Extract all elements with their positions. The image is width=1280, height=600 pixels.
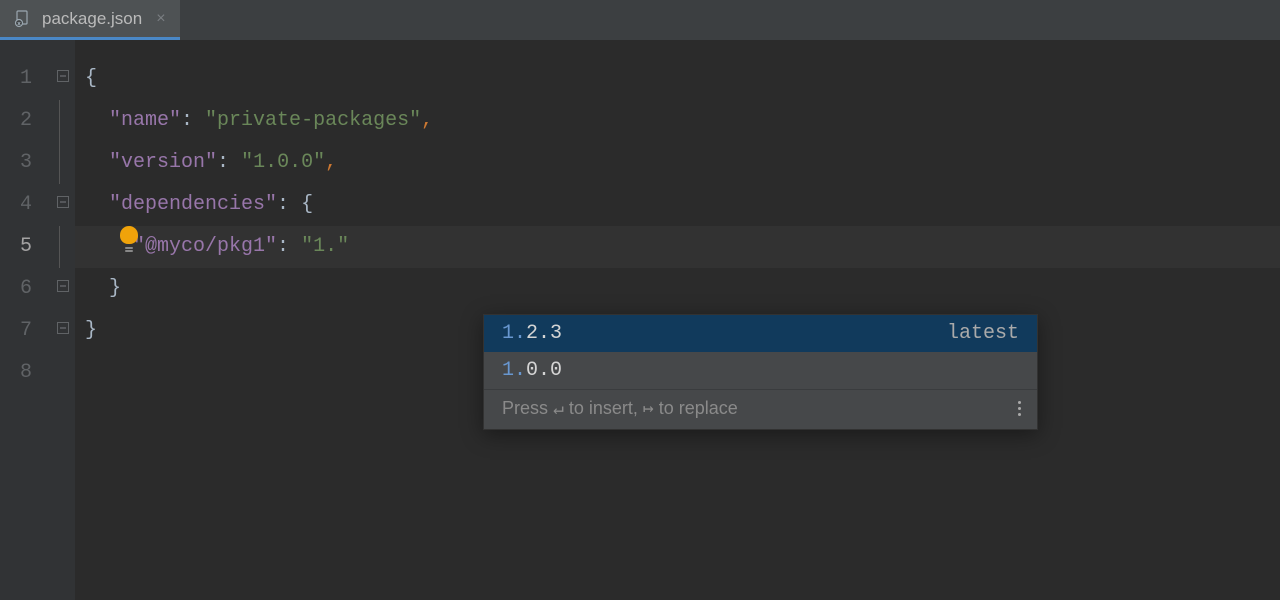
line-number: 5 xyxy=(0,226,50,268)
more-options-icon[interactable] xyxy=(1018,401,1021,416)
completion-hint: Press ↵ to insert, ↦ to replace xyxy=(502,398,738,419)
fold-spacer xyxy=(50,226,75,268)
code-line: { xyxy=(75,58,1280,100)
file-icon xyxy=(14,10,32,28)
line-number: 2 xyxy=(0,100,50,142)
completion-item[interactable]: 1.2.3 latest xyxy=(484,315,1037,352)
code-line: "dependencies": { xyxy=(75,184,1280,226)
line-number: 6 xyxy=(0,268,50,310)
completion-text: 1.0.0 xyxy=(502,359,562,382)
line-number: 1 xyxy=(0,58,50,100)
tab-label: package.json xyxy=(42,9,142,29)
editor-area: 1 2 3 4 5 6 7 8 { "name": "private-packa… xyxy=(0,40,1280,600)
completion-footer: Press ↵ to insert, ↦ to replace xyxy=(484,389,1037,429)
code-line-current: "@myco/pkg1": "1." xyxy=(75,226,1280,268)
completion-item[interactable]: 1.0.0 xyxy=(484,352,1037,389)
tab-package-json[interactable]: package.json × xyxy=(0,0,180,40)
fold-close-icon[interactable] xyxy=(50,310,75,352)
tab-bar: package.json × xyxy=(0,0,1280,40)
fold-spacer xyxy=(50,142,75,184)
line-number: 7 xyxy=(0,310,50,352)
completion-popup: 1.2.3 latest 1.0.0 Press ↵ to insert, ↦ … xyxy=(483,314,1038,430)
line-number-gutter: 1 2 3 4 5 6 7 8 xyxy=(0,40,50,600)
line-number: 3 xyxy=(0,142,50,184)
code-area[interactable]: { "name": "private-packages", "version":… xyxy=(75,40,1280,600)
tab-close-icon[interactable]: × xyxy=(156,10,165,28)
tab-key-icon: ↦ xyxy=(643,398,654,419)
fold-toggle-icon[interactable] xyxy=(50,58,75,100)
code-line: "version": "1.0.0", xyxy=(75,142,1280,184)
completion-tag: latest xyxy=(947,322,1019,345)
line-number: 4 xyxy=(0,184,50,226)
code-line: } xyxy=(75,268,1280,310)
completion-text: 1.2.3 xyxy=(502,322,562,345)
enter-key-icon: ↵ xyxy=(553,398,564,419)
intention-lightbulb-icon[interactable] xyxy=(120,226,142,248)
line-number: 8 xyxy=(0,352,50,394)
fold-toggle-icon[interactable] xyxy=(50,184,75,226)
fold-gutter xyxy=(50,40,75,600)
fold-spacer xyxy=(50,100,75,142)
code-line: "name": "private-packages", xyxy=(75,100,1280,142)
fold-close-icon[interactable] xyxy=(50,268,75,310)
